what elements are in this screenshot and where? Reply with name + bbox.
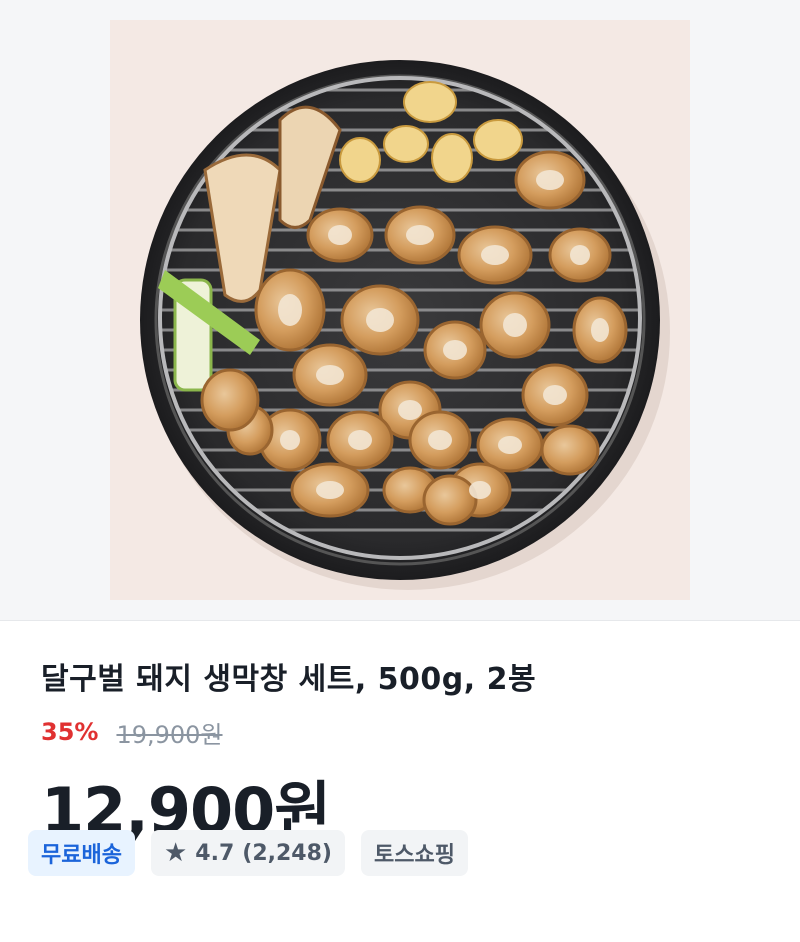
discount-rate: 35%: [41, 718, 99, 746]
grilled-makchang-photo: [140, 60, 670, 590]
free-shipping-label: 무료배송: [41, 843, 122, 868]
seller-name: 토스쇼핑: [373, 843, 455, 868]
product-title[interactable]: 달구벌 돼지 생막창 세트, 500g, 2봉: [41, 654, 536, 698]
review-count: (2,248): [242, 840, 332, 866]
original-price: 19,900원: [116, 720, 223, 749]
product-image-area[interactable]: [0, 0, 800, 621]
free-shipping-badge: 무료배송: [28, 830, 135, 876]
product-tags: 무료배송 ★ 4.7 (2,248) 토스쇼핑: [28, 830, 468, 876]
price-row: 35% 19,900원: [41, 716, 223, 749]
star-icon: ★: [163, 838, 188, 868]
rating-value: 4.7: [195, 840, 235, 866]
product-image[interactable]: [110, 20, 690, 600]
seller-badge[interactable]: 토스쇼핑: [360, 830, 468, 876]
rating-badge[interactable]: ★ 4.7 (2,248): [150, 830, 345, 876]
